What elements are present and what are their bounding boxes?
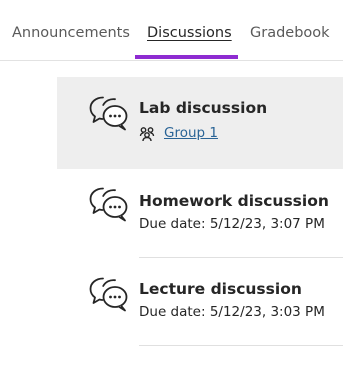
tab-discussions[interactable]: Discussions	[147, 25, 232, 41]
tab-announcements[interactable]: Announcements	[12, 25, 130, 41]
discussion-icon	[89, 277, 128, 312]
discussion-icon	[89, 187, 128, 222]
discussion-icon	[89, 96, 128, 131]
due-date: Due date: 5/12/23, 3:07 PM	[139, 216, 325, 232]
group-link[interactable]: Group 1	[164, 125, 218, 141]
active-tab-indicator	[135, 55, 238, 59]
discussion-row-lecture[interactable]: Lecture discussion Due date: 5/12/23, 3:…	[57, 257, 343, 345]
group-icon	[139, 127, 155, 142]
discussion-row-homework[interactable]: Homework discussion Due date: 5/12/23, 3…	[57, 169, 343, 257]
tab-gradebook[interactable]: Gradebook	[250, 25, 330, 41]
discussion-row-lab[interactable]: Lab discussion Group 1	[57, 77, 343, 169]
row-divider	[139, 345, 343, 346]
discussion-title[interactable]: Homework discussion	[139, 192, 329, 210]
discussion-title[interactable]: Lecture discussion	[139, 280, 302, 298]
discussion-title[interactable]: Lab discussion	[139, 99, 267, 117]
due-date: Due date: 5/12/23, 3:03 PM	[139, 304, 325, 320]
tab-bar: Announcements Discussions Gradebook	[0, 0, 343, 61]
